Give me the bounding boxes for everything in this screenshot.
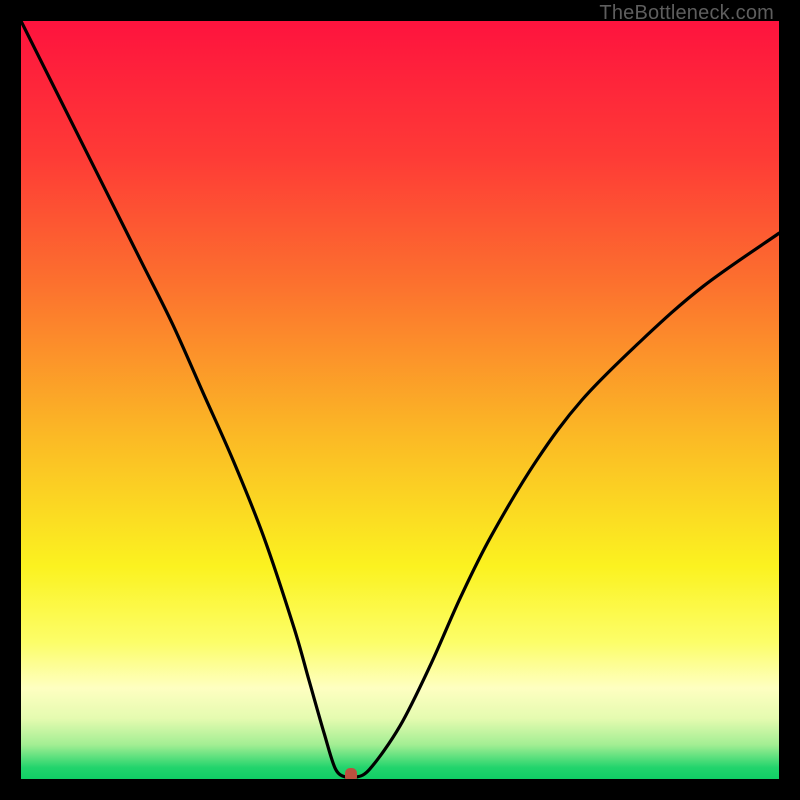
outer-frame: TheBottleneck.com <box>0 0 800 800</box>
minimum-marker <box>345 768 357 779</box>
plot-area <box>21 21 779 779</box>
bottleneck-curve <box>21 21 779 779</box>
